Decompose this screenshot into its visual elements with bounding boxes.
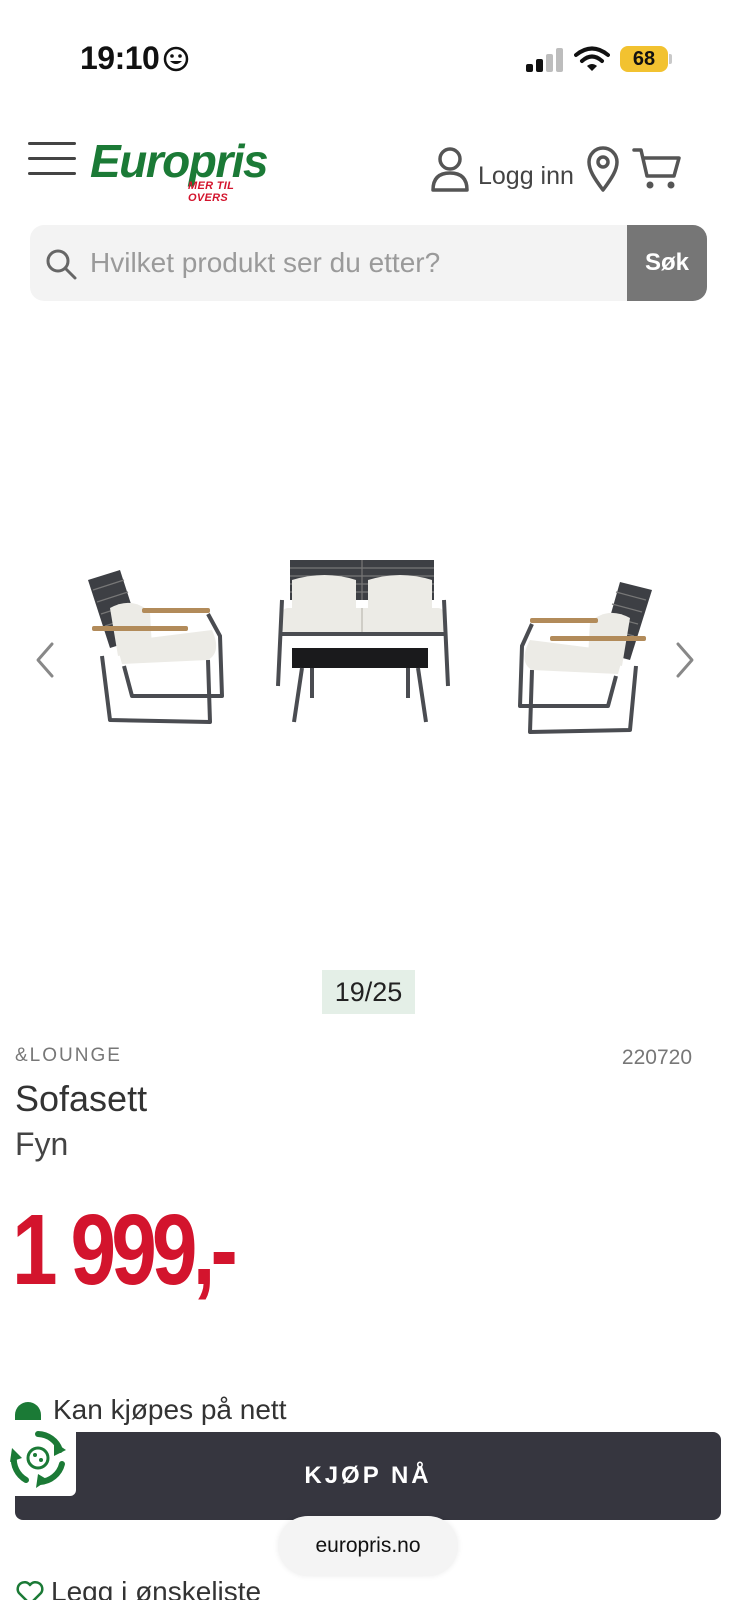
availability-label: Kan kjøpes på nett <box>53 1394 287 1425</box>
right-chair-illustration <box>518 582 652 734</box>
chevron-right-icon[interactable] <box>670 640 700 680</box>
wifi-icon <box>574 46 610 71</box>
product-name: Sofasett <box>15 1078 148 1119</box>
login-label: Logg inn <box>478 162 574 190</box>
status-time: 19:10 <box>80 40 160 76</box>
recycle-icon <box>10 1431 66 1488</box>
sofa-illustration <box>276 560 450 723</box>
signal-icon <box>526 48 563 72</box>
user-icon <box>431 147 469 192</box>
eco-badge[interactable] <box>0 1420 76 1496</box>
login-button[interactable]: Logg inn <box>430 146 580 194</box>
battery-level: 68 <box>632 48 656 70</box>
cart-icon[interactable] <box>632 146 682 190</box>
chevron-left-icon[interactable] <box>30 640 60 680</box>
store-locator-icon[interactable] <box>586 146 620 192</box>
availability-indicator-icon <box>15 1402 41 1422</box>
search-bar: Søk <box>30 225 707 301</box>
search-button[interactable]: Søk <box>627 225 707 301</box>
heart-icon <box>16 1580 44 1600</box>
gallery-counter: 19/25 <box>322 970 415 1014</box>
status-bar: 19:10 68 <box>0 0 736 100</box>
hamburger-menu-icon[interactable] <box>28 140 78 178</box>
europris-logo[interactable]: Europris MER TIL OVERS <box>90 134 270 204</box>
buy-now-button[interactable]: KJØP NÅ <box>15 1432 721 1520</box>
product-variant: Fyn <box>15 1126 69 1162</box>
wishlist-label: Legg i ønskeliste <box>51 1576 262 1600</box>
search-icon <box>46 249 77 280</box>
product-price: 1 999,- <box>12 1194 238 1306</box>
product-sku: 220720 <box>621 1046 692 1069</box>
battery-indicator: 68 <box>620 46 672 72</box>
browser-url-bar[interactable]: europris.no <box>278 1516 458 1576</box>
left-chair-illustration <box>88 570 224 724</box>
logo-tagline: MER TIL OVERS <box>188 180 234 204</box>
search-input[interactable] <box>90 225 650 301</box>
smiley-icon <box>163 46 189 72</box>
product-brand[interactable]: &LOUNGE <box>15 1045 122 1067</box>
product-image <box>88 560 652 734</box>
